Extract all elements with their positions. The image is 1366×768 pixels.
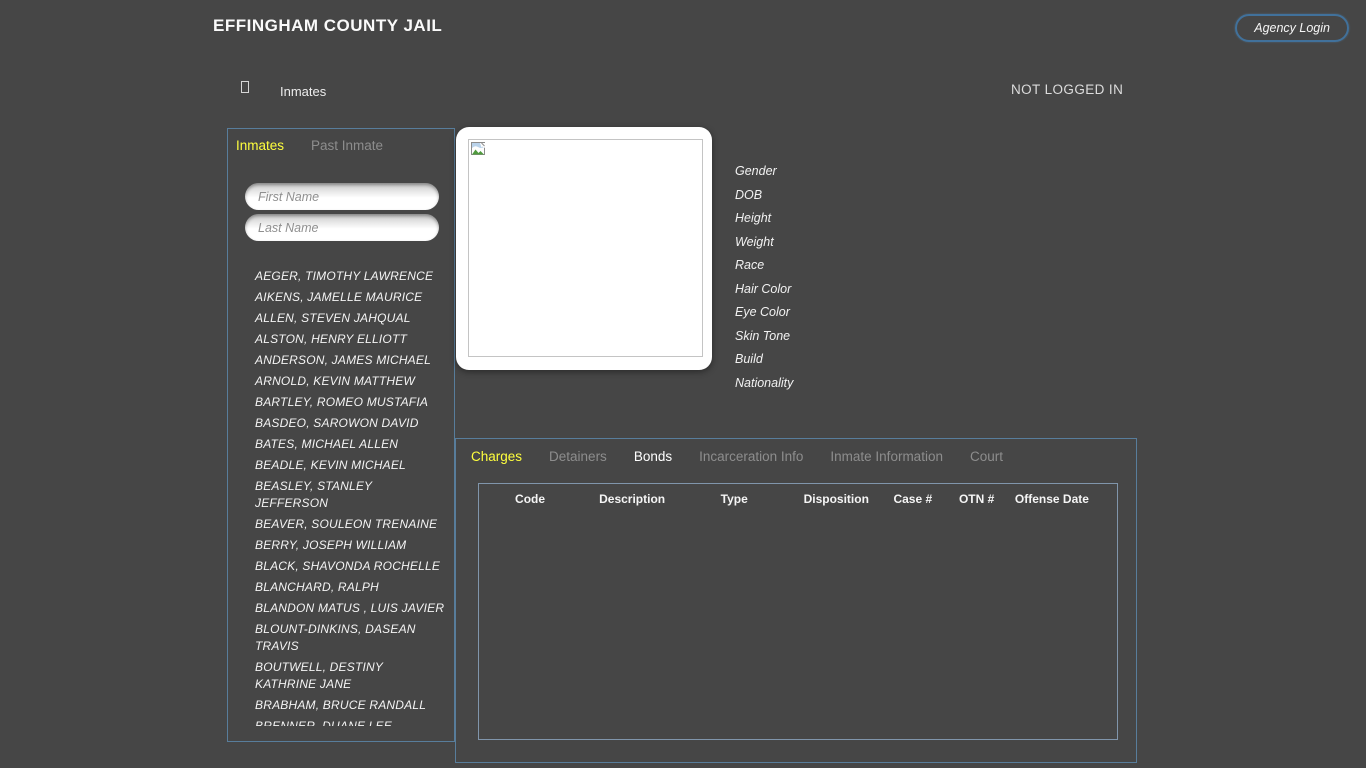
details-tabs: Charges Detainers Bonds Incarceration In… [471,449,1003,464]
inmate-list-item[interactable]: BEADLE, KEVIN MICHAEL [255,457,446,474]
details-tab[interactable]: Court [970,449,1003,464]
attribute-label: Eye Color [735,301,793,325]
charges-table: Code Description Type Disposition Case #… [478,483,1118,740]
inmate-list-item[interactable]: BRENNER, DUANE LEE [255,718,446,726]
charges-table-header-row: Code Description Type Disposition Case #… [479,484,1117,514]
inmate-list-item[interactable]: ARNOLD, KEVIN MATTHEW [255,373,446,390]
search-panel-tab[interactable]: Inmates [236,138,284,153]
inmate-list-item[interactable]: ALLEN, STEVEN JAHQUAL [255,310,446,327]
inmate-list-item[interactable]: ALSTON, HENRY ELLIOTT [255,331,446,348]
inmate-search-panel: Inmates Past Inmate AEGER, TIMOTHY LAWRE… [227,128,455,742]
last-name-input[interactable] [245,214,439,241]
charges-table-column-header: Case # [887,492,938,506]
inmate-list-item[interactable]: BLANDON MATUS , LUIS JAVIER [255,600,446,617]
nav-item-inmates[interactable]: Inmates [280,84,326,99]
inmate-list-item[interactable]: BATES, MICHAEL ALLEN [255,436,446,453]
inmate-list-item[interactable]: BLANCHARD, RALPH [255,579,446,596]
attribute-label: Build [735,348,793,372]
inmate-details-panel: Charges Detainers Bonds Incarceration In… [455,438,1137,763]
inmate-list-item[interactable]: BOUTWELL, DESTINY KATHRINE JANE [255,659,446,693]
details-tab[interactable]: Detainers [549,449,607,464]
inmate-list[interactable]: AEGER, TIMOTHY LAWRENCE AIKENS, JAMELLE … [228,268,453,726]
inmate-list-item[interactable]: BARTLEY, ROMEO MUSTAFIA [255,394,446,411]
inmate-list-item[interactable]: BLOUNT-DINKINS, DASEAN TRAVIS [255,621,446,655]
attribute-label: Height [735,207,793,231]
search-panel-tabs: Inmates Past Inmate [236,138,383,153]
attribute-label: Race [735,254,793,278]
charges-table-column-header: Disposition [785,492,887,506]
attribute-label: Weight [735,231,793,255]
inmate-list-item[interactable]: BERRY, JOSEPH WILLIAM [255,537,446,554]
details-tab[interactable]: Charges [471,449,522,464]
inmate-attribute-labels: Gender DOB Height Weight Race Hair Color… [735,160,793,395]
first-name-input[interactable] [245,183,439,210]
inmate-list-item[interactable]: AEGER, TIMOTHY LAWRENCE [255,268,446,285]
details-tab[interactable]: Inmate Information [830,449,943,464]
inmate-list-item[interactable]: ANDERSON, JAMES MICHAEL [255,352,446,369]
charges-table-column-header: Description [581,492,683,506]
attribute-label: Hair Color [735,278,793,302]
login-status-text: NOT LOGGED IN [1011,82,1123,97]
attribute-label: DOB [735,184,793,208]
broken-image-icon [471,142,486,156]
page-title: EFFINGHAM COUNTY JAIL [213,16,442,36]
charges-table-column-header: Code [479,492,581,506]
attribute-label: Skin Tone [735,325,793,349]
charges-table-column-header: Offense Date [1015,492,1089,506]
inmate-list-item[interactable]: BRABHAM, BRUCE RANDALL [255,697,446,714]
attribute-label: Nationality [735,372,793,396]
inmate-list-item[interactable]: BEAVER, SOULEON TRENAINE [255,516,446,533]
agency-login-button[interactable]: Agency Login [1235,14,1349,42]
inmate-photo-card [456,127,712,370]
search-panel-tab[interactable]: Past Inmate [311,138,383,153]
inmate-list-item[interactable]: BASDEO, SAROWON DAVID [255,415,446,432]
inmate-list-item[interactable]: AIKENS, JAMELLE MAURICE [255,289,446,306]
inmate-photo-placeholder [468,139,703,357]
details-tab[interactable]: Incarceration Info [699,449,803,464]
attribute-label: Gender [735,160,793,184]
charges-table-column-header: OTN # [938,492,1015,506]
details-tab[interactable]: Bonds [634,449,672,464]
inmate-list-item[interactable]: BLACK, SHAVONDA ROCHELLE [255,558,446,575]
placeholder-glyph-icon [241,81,249,93]
charges-table-column-header: Type [683,492,785,506]
inmate-list-item[interactable]: BEASLEY, STANLEY JEFFERSON [255,478,446,512]
